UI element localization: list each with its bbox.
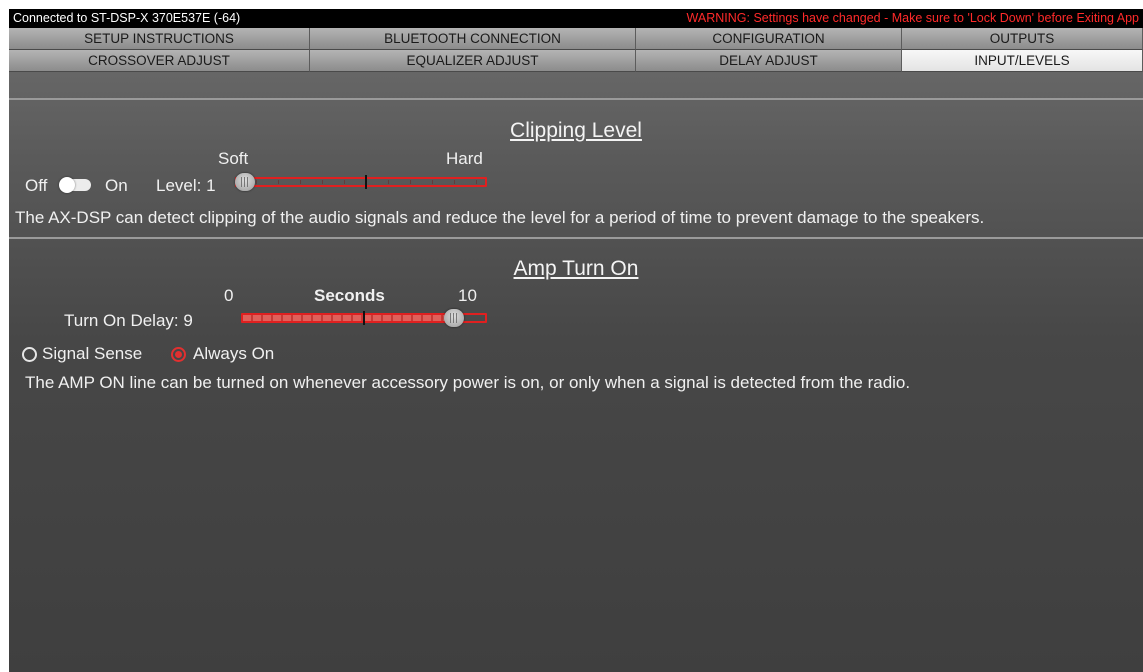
clipping-level-slider[interactable] (235, 173, 487, 191)
clipping-toggle[interactable] (59, 177, 91, 193)
seconds-label: Seconds (314, 286, 385, 305)
tab-setup-instructions[interactable]: SETUP INSTRUCTIONS (9, 28, 310, 50)
slider-center-mark (363, 311, 365, 325)
tab-configuration[interactable]: CONFIGURATION (636, 28, 902, 50)
tab-row-1: SETUP INSTRUCTIONS BLUETOOTH CONNECTION … (9, 28, 1143, 50)
clipping-level-title: Clipping Level (510, 119, 642, 142)
divider (9, 98, 1143, 100)
slider-thumb[interactable] (235, 173, 255, 191)
slider-fill (243, 315, 454, 321)
turn-on-delay-slider[interactable] (241, 309, 487, 327)
status-bar: Connected to ST-DSP-X 370E537E (-64) WAR… (9, 9, 1143, 28)
turn-on-delay-label: Turn On Delay: 9 (64, 311, 193, 330)
app-window: Connected to ST-DSP-X 370E537E (-64) WAR… (9, 9, 1143, 672)
max-label: 10 (458, 286, 477, 305)
section-divider (9, 237, 1143, 239)
off-label: Off (25, 176, 48, 195)
always-on-label[interactable]: Always On (193, 344, 274, 364)
tab-delay-adjust[interactable]: DELAY ADJUST (636, 50, 902, 72)
unsaved-warning: WARNING: Settings have changed - Make su… (686, 11, 1139, 25)
slider-thumb[interactable] (444, 309, 464, 327)
tab-crossover-adjust[interactable]: CROSSOVER ADJUST (9, 50, 310, 72)
tab-input-levels[interactable]: INPUT/LEVELS (902, 50, 1143, 72)
tab-equalizer-adjust[interactable]: EQUALIZER ADJUST (310, 50, 636, 72)
tab-row-2: CROSSOVER ADJUST EQUALIZER ADJUST DELAY … (9, 50, 1143, 72)
level-label: Level: 1 (156, 176, 216, 195)
tab-outputs[interactable]: OUTPUTS (902, 28, 1143, 50)
min-label: 0 (224, 286, 234, 305)
slider-ticks (235, 180, 487, 184)
amp-turn-on-title: Amp Turn On (513, 257, 639, 280)
signal-sense-label[interactable]: Signal Sense (42, 344, 142, 364)
signal-sense-radio[interactable] (22, 347, 37, 362)
soft-label: Soft (218, 149, 249, 168)
hard-label: Hard (446, 149, 483, 168)
on-label: On (105, 176, 128, 195)
clipping-description: The AX-DSP can detect clipping of the au… (15, 208, 985, 227)
slider-center-mark (365, 175, 367, 189)
toggle-knob (59, 177, 75, 193)
amp-description: The AMP ON line can be turned on wheneve… (25, 373, 911, 392)
always-on-radio[interactable] (171, 347, 186, 362)
tab-bluetooth-connection[interactable]: BLUETOOTH CONNECTION (310, 28, 636, 50)
connection-status: Connected to ST-DSP-X 370E537E (-64) (13, 11, 241, 25)
